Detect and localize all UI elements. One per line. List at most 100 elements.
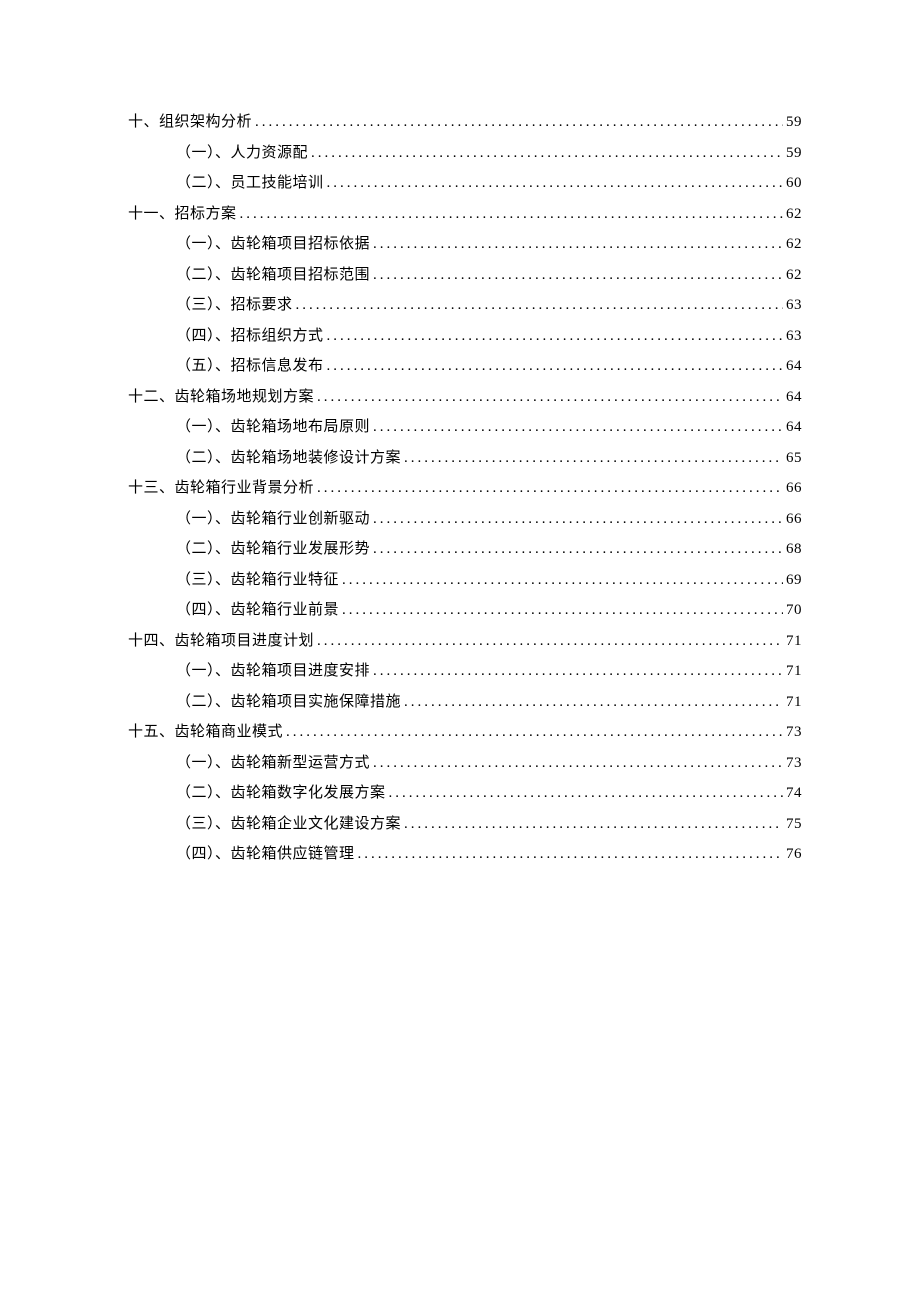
toc-entry: 十一、招标方案 62 [128, 202, 802, 223]
toc-entry-label: 十二、齿轮箱场地规划方案 [128, 385, 314, 406]
toc-entry-page: 69 [786, 572, 802, 589]
toc-leader-dots [389, 785, 783, 802]
toc-entry-page: 65 [786, 450, 802, 467]
toc-leader-dots [373, 755, 783, 772]
toc-entry-label: （一）、齿轮箱行业创新驱动 [176, 507, 370, 528]
toc-entry-label: （四）、齿轮箱供应链管理 [176, 842, 355, 863]
toc-entry-label: 十五、齿轮箱商业模式 [128, 720, 283, 741]
toc-entry-page: 64 [786, 419, 802, 436]
toc-leader-dots [296, 297, 783, 314]
toc-entry-label: （二）、员工技能培训 [176, 171, 324, 192]
toc-leader-dots [404, 816, 783, 833]
toc-leader-dots [373, 236, 783, 253]
toc-entry-page: 70 [786, 602, 802, 619]
toc-entry-label: （二）、齿轮箱行业发展形势 [176, 537, 370, 558]
toc-entry-page: 75 [786, 816, 802, 833]
toc-entry-page: 63 [786, 297, 802, 314]
table-of-contents: 十、组织架构分析 59 （一）、人力资源配 59 （二）、员工技能培训 60 十一、招标方案… [128, 110, 802, 863]
toc-entry-page: 59 [786, 114, 802, 131]
toc-entry: （五）、招标信息发布 64 [128, 354, 802, 375]
toc-entry-label: （二）、齿轮箱项目实施保障措施 [176, 690, 401, 711]
toc-entry-label: （四）、招标组织方式 [176, 324, 324, 345]
toc-leader-dots [373, 663, 783, 680]
toc-entry-label: （三）、招标要求 [176, 293, 293, 314]
toc-entry-page: 74 [786, 785, 802, 802]
toc-entry: （一）、齿轮箱场地布局原则 64 [128, 415, 802, 436]
toc-leader-dots [317, 633, 783, 650]
toc-entry: （二）、员工技能培训 60 [128, 171, 802, 192]
toc-entry: 十二、齿轮箱场地规划方案 64 [128, 385, 802, 406]
toc-entry: （二）、齿轮箱数字化发展方案 74 [128, 781, 802, 802]
toc-entry-page: 64 [786, 358, 802, 375]
toc-entry: （四）、齿轮箱供应链管理 76 [128, 842, 802, 863]
toc-entry: （二）、齿轮箱行业发展形势 68 [128, 537, 802, 558]
toc-entry-page: 71 [786, 663, 802, 680]
toc-leader-dots [327, 358, 783, 375]
toc-entry: （一）、齿轮箱项目招标依据 62 [128, 232, 802, 253]
toc-entry-label: （一）、人力资源配 [176, 141, 308, 162]
toc-entry: （一）、齿轮箱项目进度安排 71 [128, 659, 802, 680]
toc-leader-dots [327, 175, 783, 192]
toc-leader-dots [404, 694, 783, 711]
toc-entry-label: （一）、齿轮箱新型运营方式 [176, 751, 370, 772]
toc-leader-dots [317, 389, 783, 406]
toc-entry: （二）、齿轮箱项目实施保障措施 71 [128, 690, 802, 711]
toc-entry-label: （四）、齿轮箱行业前景 [176, 598, 339, 619]
toc-entry-label: （一）、齿轮箱项目进度安排 [176, 659, 370, 680]
toc-entry-label: （一）、齿轮箱项目招标依据 [176, 232, 370, 253]
toc-entry-label: （二）、齿轮箱场地装修设计方案 [176, 446, 401, 467]
toc-entry-label: （一）、齿轮箱场地布局原则 [176, 415, 370, 436]
toc-leader-dots [373, 511, 783, 528]
toc-leader-dots [311, 145, 783, 162]
toc-entry: （四）、齿轮箱行业前景 70 [128, 598, 802, 619]
toc-entry: 十四、齿轮箱项目进度计划 71 [128, 629, 802, 650]
toc-entry: （三）、齿轮箱企业文化建设方案 75 [128, 812, 802, 833]
toc-entry-page: 71 [786, 694, 802, 711]
toc-entry-label: 十四、齿轮箱项目进度计划 [128, 629, 314, 650]
toc-leader-dots [342, 572, 783, 589]
toc-leader-dots [358, 846, 783, 863]
toc-entry-page: 64 [786, 389, 802, 406]
toc-entry-page: 76 [786, 846, 802, 863]
toc-leader-dots [373, 541, 783, 558]
toc-entry-page: 62 [786, 206, 802, 223]
toc-leader-dots [373, 419, 783, 436]
toc-leader-dots [317, 480, 783, 497]
toc-entry: （一）、人力资源配 59 [128, 141, 802, 162]
toc-entry-label: （三）、齿轮箱企业文化建设方案 [176, 812, 401, 833]
toc-leader-dots [255, 114, 783, 131]
toc-entry-label: （五）、招标信息发布 [176, 354, 324, 375]
toc-leader-dots [327, 328, 783, 345]
toc-entry: （三）、招标要求 63 [128, 293, 802, 314]
toc-entry-label: （二）、齿轮箱项目招标范围 [176, 263, 370, 284]
toc-entry-page: 59 [786, 145, 802, 162]
toc-entry-page: 60 [786, 175, 802, 192]
toc-entry-page: 68 [786, 541, 802, 558]
toc-leader-dots [373, 267, 783, 284]
toc-entry-label: 十三、齿轮箱行业背景分析 [128, 476, 314, 497]
toc-entry: （三）、齿轮箱行业特征 69 [128, 568, 802, 589]
toc-entry-page: 62 [786, 236, 802, 253]
toc-entry: （一）、齿轮箱新型运营方式 73 [128, 751, 802, 772]
toc-leader-dots [286, 724, 783, 741]
toc-entry-page: 66 [786, 480, 802, 497]
toc-entry-page: 66 [786, 511, 802, 528]
toc-entry-page: 73 [786, 724, 802, 741]
toc-entry: （二）、齿轮箱项目招标范围 62 [128, 263, 802, 284]
toc-entry-label: （二）、齿轮箱数字化发展方案 [176, 781, 386, 802]
toc-leader-dots [342, 602, 783, 619]
toc-entry-page: 63 [786, 328, 802, 345]
toc-leader-dots [240, 206, 783, 223]
toc-entry: （一）、齿轮箱行业创新驱动 66 [128, 507, 802, 528]
toc-entry-page: 73 [786, 755, 802, 772]
toc-entry: （四）、招标组织方式 63 [128, 324, 802, 345]
toc-entry-page: 71 [786, 633, 802, 650]
toc-entry-page: 62 [786, 267, 802, 284]
toc-entry: 十三、齿轮箱行业背景分析 66 [128, 476, 802, 497]
toc-entry-label: 十、组织架构分析 [128, 110, 252, 131]
toc-entry: 十、组织架构分析 59 [128, 110, 802, 131]
toc-leader-dots [404, 450, 783, 467]
toc-entry-label: （三）、齿轮箱行业特征 [176, 568, 339, 589]
toc-entry: 十五、齿轮箱商业模式 73 [128, 720, 802, 741]
toc-entry-label: 十一、招标方案 [128, 202, 237, 223]
